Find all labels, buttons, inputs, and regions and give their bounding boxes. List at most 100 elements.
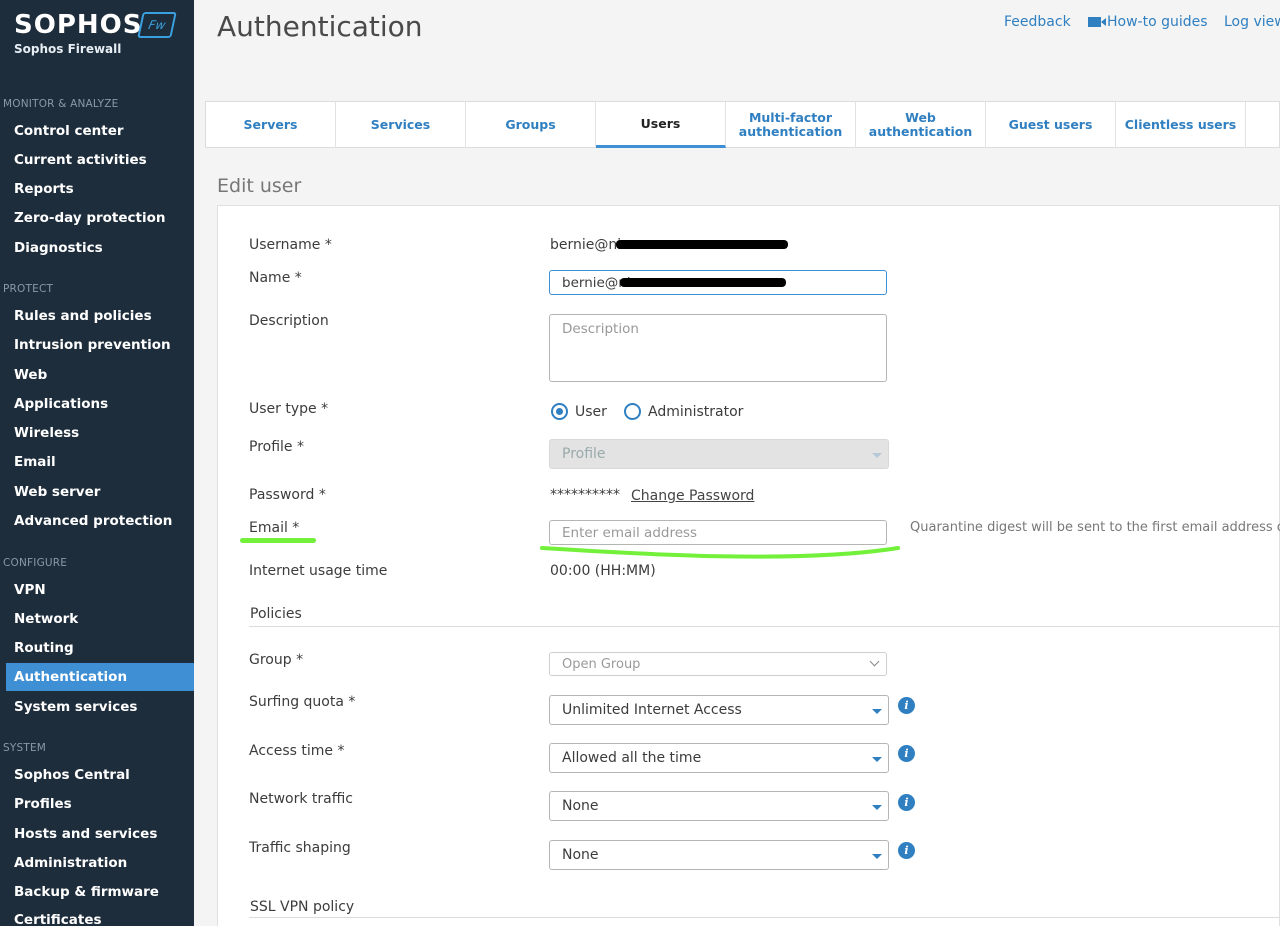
nav-zero-day-protection[interactable]: Zero-day protection: [14, 210, 166, 226]
network-traffic-value: None: [562, 798, 599, 814]
nav-applications[interactable]: Applications: [14, 396, 108, 412]
usertype-label: User type *: [249, 401, 329, 417]
nav-network[interactable]: Network: [14, 611, 78, 627]
highlight-underline: [240, 538, 316, 543]
username-value: bernie@ni: [550, 237, 622, 253]
feedback-link[interactable]: Feedback: [1004, 14, 1071, 30]
usertype-user-label: User: [575, 404, 607, 420]
brand-product: Sophos Firewall: [14, 42, 122, 56]
usertype-user-radio[interactable]: [551, 403, 568, 420]
caret-down-icon: [872, 709, 882, 714]
password-label: Password *: [249, 487, 326, 503]
profile-label: Profile *: [249, 439, 304, 455]
chevron-down-icon: [869, 656, 880, 667]
group-select-value: Open Group: [562, 656, 641, 672]
nav-wireless[interactable]: Wireless: [14, 425, 79, 441]
nav-advanced-protection[interactable]: Advanced protection: [14, 513, 172, 529]
group-select[interactable]: Open Group: [549, 652, 887, 676]
policies-heading: Policies: [250, 606, 302, 622]
nav-hosts-and-services[interactable]: Hosts and services: [14, 826, 157, 842]
internet-usage-value: 00:00 (HH:MM): [550, 563, 656, 579]
redaction-mark: [616, 240, 788, 249]
group-label: Group *: [249, 652, 304, 668]
access-time-value: Allowed all the time: [562, 750, 702, 766]
caret-down-icon: [872, 757, 882, 762]
nav-backup-firmware[interactable]: Backup & firmware: [14, 884, 159, 900]
description-placeholder: Description: [562, 321, 639, 337]
section-title: Edit user: [217, 175, 302, 197]
brand: SOPHOS Sophos Firewall: [14, 10, 142, 56]
name-label: Name *: [249, 270, 302, 286]
info-icon[interactable]: i: [898, 794, 915, 811]
access-time-label: Access time *: [249, 743, 345, 759]
nav-system-services[interactable]: System services: [14, 699, 137, 715]
description-textarea[interactable]: Description: [549, 314, 887, 382]
change-password-link[interactable]: Change Password: [631, 488, 754, 504]
nav-email[interactable]: Email: [14, 454, 56, 470]
tab-users[interactable]: Users: [596, 102, 726, 148]
policies-divider: [249, 626, 1280, 627]
nav-web-server[interactable]: Web server: [14, 484, 100, 500]
nav-diagnostics[interactable]: Diagnostics: [14, 240, 103, 256]
caret-down-icon: [872, 805, 882, 810]
nav-vpn[interactable]: VPN: [14, 582, 46, 598]
access-time-select[interactable]: Allowed all the time: [549, 743, 889, 773]
tab-bar: Servers Services Groups Users Multi-fact…: [205, 101, 1280, 148]
brand-logo: SOPHOS: [14, 10, 143, 40]
howto-guides-link[interactable]: How-to guides: [1088, 14, 1208, 30]
info-icon[interactable]: i: [898, 745, 915, 762]
nav-web[interactable]: Web: [14, 367, 47, 383]
email-label: Email *: [249, 520, 300, 536]
info-icon[interactable]: i: [898, 697, 915, 714]
network-traffic-select[interactable]: None: [549, 791, 889, 821]
surfing-quota-select[interactable]: Unlimited Internet Access: [549, 695, 889, 725]
log-viewer-link[interactable]: Log viewer: [1224, 14, 1280, 30]
usertype-admin-radio[interactable]: [624, 403, 641, 420]
nav-sophos-central[interactable]: Sophos Central: [14, 767, 130, 783]
profile-select-value: Profile: [562, 446, 606, 462]
description-label: Description: [249, 313, 329, 329]
nav-administration[interactable]: Administration: [14, 855, 127, 871]
sidebar: SOPHOS Sophos Firewall Fw MONITOR & ANAL…: [0, 0, 194, 926]
nav-authentication[interactable]: Authentication: [14, 669, 127, 685]
caret-down-icon: [872, 854, 882, 859]
traffic-shaping-select[interactable]: None: [549, 840, 889, 870]
fw-badge-icon: Fw: [137, 12, 177, 38]
caret-down-icon: [872, 453, 882, 458]
page-title: Authentication: [217, 10, 423, 43]
nav-intrusion-prevention[interactable]: Intrusion prevention: [14, 337, 171, 353]
tab-multi-factor-authentication[interactable]: Multi-factor authentication: [726, 102, 856, 148]
email-placeholder: Enter email address: [562, 524, 698, 541]
surfing-quota-value: Unlimited Internet Access: [562, 702, 742, 718]
nav-certificates[interactable]: Certificates: [14, 912, 102, 926]
username-label: Username *: [249, 237, 332, 253]
tab-services[interactable]: Services: [336, 102, 466, 148]
email-note: Quarantine digest will be sent to the fi…: [910, 520, 1280, 535]
password-value: **********: [550, 487, 620, 503]
usertype-admin-label: Administrator: [648, 404, 744, 420]
ssl-vpn-divider: [249, 917, 1280, 918]
tab-servers[interactable]: Servers: [206, 102, 336, 148]
nav-routing[interactable]: Routing: [14, 640, 74, 656]
nav-current-activities[interactable]: Current activities: [14, 152, 147, 168]
nav-rules-and-policies[interactable]: Rules and policies: [14, 308, 152, 324]
profile-select: Profile: [549, 439, 889, 469]
tab-clientless-users[interactable]: Clientless users: [1116, 102, 1246, 148]
nav-section-monitor: MONITOR & ANALYZE: [3, 98, 119, 110]
info-icon[interactable]: i: [898, 842, 915, 859]
nav-reports[interactable]: Reports: [14, 181, 74, 197]
nav-section-protect: PROTECT: [3, 283, 54, 295]
tab-groups[interactable]: Groups: [466, 102, 596, 148]
redaction-mark: [620, 278, 786, 287]
internet-usage-label: Internet usage time: [249, 563, 388, 579]
nav-control-center[interactable]: Control center: [14, 123, 124, 139]
nav-profiles[interactable]: Profiles: [14, 796, 72, 812]
nav-section-system: SYSTEM: [3, 742, 47, 754]
nav-section-configure: CONFIGURE: [3, 557, 68, 569]
traffic-shaping-value: None: [562, 847, 599, 863]
tab-web-authentication[interactable]: Web authentication: [856, 102, 986, 148]
traffic-shaping-label: Traffic shaping: [249, 840, 351, 856]
howto-guides-label: How-to guides: [1107, 14, 1208, 30]
tab-guest-users[interactable]: Guest users: [986, 102, 1116, 148]
ssl-vpn-heading: SSL VPN policy: [250, 899, 355, 915]
